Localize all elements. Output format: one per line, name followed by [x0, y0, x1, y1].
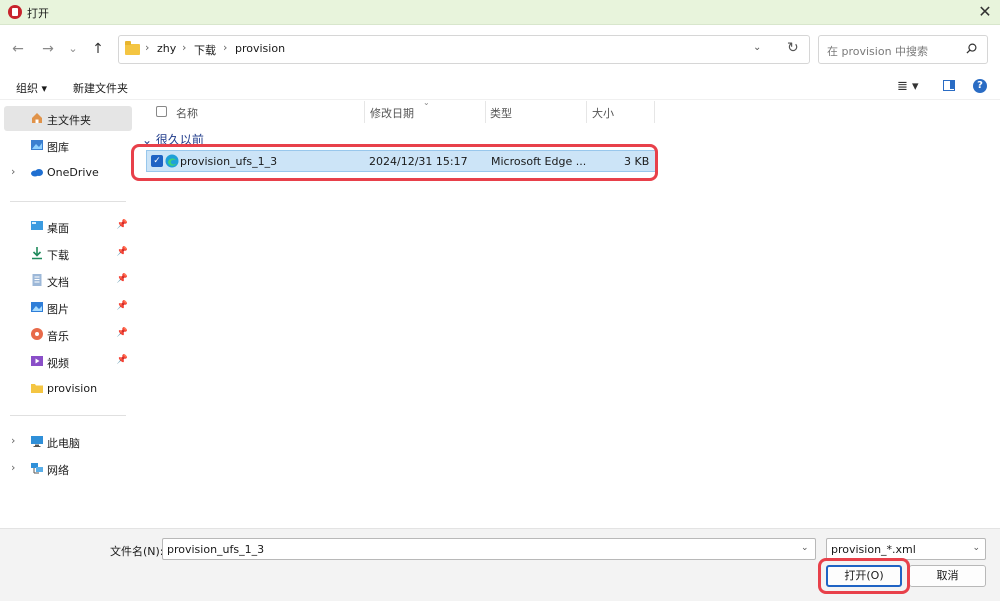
sidebar-item-gallery[interactable]: 图库 [4, 133, 132, 158]
breadcrumb-separator: › [223, 41, 228, 54]
sidebar-item-documents[interactable]: 文档 📌 [4, 268, 132, 293]
sidebar-item-home[interactable]: 主文件夹 [4, 106, 132, 131]
video-icon [31, 356, 43, 366]
view-options-icon[interactable]: ≣ ▾ [897, 79, 919, 94]
network-icon [31, 463, 43, 474]
chevron-down-icon[interactable]: ⌄ [972, 543, 980, 553]
title-bar: 打开 ✕ [0, 0, 1000, 25]
preview-pane-icon[interactable] [943, 80, 955, 91]
breadcrumb-separator: › [182, 41, 187, 54]
new-folder-button[interactable]: 新建文件夹 [73, 80, 128, 96]
sidebar-item-pictures[interactable]: 图片 📌 [4, 295, 132, 320]
highlight-annotation [131, 144, 658, 181]
sidebar-item-label: 主文件夹 [47, 114, 91, 127]
column-header-modified[interactable]: 修改日期 [370, 105, 414, 121]
pin-icon[interactable]: 📌 [117, 247, 128, 257]
sidebar-item-desktop[interactable]: 桌面 📌 [4, 214, 132, 239]
close-icon[interactable]: ✕ [970, 0, 1000, 25]
filename-input[interactable] [162, 538, 816, 560]
picture-icon [31, 302, 43, 312]
download-icon [32, 247, 42, 260]
breadcrumb-provision[interactable]: provision [235, 42, 285, 55]
column-divider[interactable] [654, 101, 655, 123]
sidebar-item-label: 视频 [47, 357, 69, 370]
sidebar-divider [10, 415, 126, 416]
folder-icon [31, 384, 43, 393]
sidebar-item-label: provision [47, 382, 98, 395]
search-box[interactable]: 在 provision 中搜索 [818, 35, 988, 64]
pin-icon[interactable]: 📌 [117, 274, 128, 284]
sidebar-item-label: 桌面 [47, 222, 69, 235]
sidebar-item-label: 音乐 [47, 330, 69, 343]
pin-icon[interactable]: 📌 [117, 328, 128, 338]
cancel-button[interactable]: 取消 [909, 565, 986, 587]
command-bar: 组织 ▾ 新建文件夹 ≣ ▾ ? [0, 73, 1000, 100]
column-divider[interactable] [586, 101, 587, 123]
home-icon [32, 113, 42, 123]
sidebar-item-label: 下载 [47, 249, 69, 262]
music-icon [31, 328, 43, 340]
gallery-icon [31, 140, 43, 150]
column-header-name[interactable]: 名称 [176, 105, 198, 121]
file-type-filter-value: provision_*.xml [831, 543, 916, 556]
select-all-checkbox[interactable] [156, 106, 167, 117]
column-header-type[interactable]: 类型 [490, 105, 512, 121]
sidebar-divider [10, 201, 126, 202]
highlight-annotation [818, 558, 910, 594]
file-type-filter-select[interactable]: provision_*.xml ⌄ [826, 538, 986, 560]
cloud-icon [31, 169, 43, 177]
back-icon[interactable]: ← [8, 39, 28, 59]
folder-icon [125, 41, 140, 55]
expand-chevron-icon[interactable]: › [11, 165, 15, 178]
column-divider[interactable] [485, 101, 486, 123]
pin-icon[interactable]: 📌 [117, 220, 128, 230]
sort-indicator-icon: ⌄ [423, 98, 430, 107]
sidebar-item-label: OneDrive [47, 166, 99, 179]
chevron-down-icon[interactable]: ⌄ [801, 543, 809, 553]
sidebar-item-videos[interactable]: 视频 📌 [4, 349, 132, 374]
desktop-icon [31, 221, 43, 230]
sidebar-item-onedrive[interactable]: › OneDrive [4, 160, 132, 185]
pin-icon[interactable]: 📌 [117, 301, 128, 311]
sidebar-item-label: 图库 [47, 141, 69, 154]
sidebar-item-label: 此电脑 [47, 437, 80, 450]
expand-chevron-icon[interactable]: › [11, 434, 15, 447]
expand-chevron-icon[interactable]: › [11, 461, 15, 474]
window-title: 打开 [27, 7, 49, 20]
column-divider[interactable] [364, 101, 365, 123]
chevron-down-icon[interactable]: ⌄ [753, 42, 761, 53]
file-list-pane: 名称 ⌄ 修改日期 类型 大小 ⌄ 很久以前 ✓ provision_ufs_1… [131, 98, 1000, 528]
refresh-icon[interactable]: ↻ [787, 40, 799, 56]
pin-icon[interactable]: 📌 [117, 355, 128, 365]
organize-button[interactable]: 组织 ▾ [16, 80, 47, 96]
sidebar-item-network[interactable]: › 网络 [4, 456, 132, 481]
search-icon[interactable] [966, 43, 977, 54]
footer-bar: 文件名(N): ⌄ provision_*.xml ⌄ 打开(O) 取消 [0, 528, 1000, 601]
filename-label: 文件名(N): [110, 545, 164, 558]
navigation-pane: 主文件夹 图库 › OneDrive 桌面 📌 下载 📌 文档 📌 图片 📌 音… [0, 101, 134, 528]
forward-icon[interactable]: → [38, 39, 58, 59]
sidebar-item-music[interactable]: 音乐 📌 [4, 322, 132, 347]
breadcrumb-downloads[interactable]: 下载 [194, 42, 216, 58]
address-bar[interactable]: › zhy › 下载 › provision ⌄ ↻ [118, 35, 810, 64]
sidebar-item-label: 图片 [47, 303, 69, 316]
recent-locations-icon[interactable]: ⌄ [63, 39, 83, 59]
breadcrumb-zhy[interactable]: zhy [157, 42, 176, 55]
column-header-size[interactable]: 大小 [592, 105, 614, 121]
sidebar-item-provision[interactable]: provision [4, 376, 132, 401]
sidebar-item-downloads[interactable]: 下载 📌 [4, 241, 132, 266]
document-icon [32, 274, 42, 286]
computer-icon [31, 436, 43, 447]
sidebar-item-this-pc[interactable]: › 此电脑 [4, 429, 132, 454]
navigation-bar: ← → ⌄ ↑ › zhy › 下载 › provision ⌄ ↻ 在 pro… [0, 26, 1000, 72]
search-placeholder: 在 provision 中搜索 [827, 45, 929, 58]
app-icon [8, 5, 22, 19]
sidebar-item-label: 文档 [47, 276, 69, 289]
sidebar-item-label: 网络 [47, 464, 69, 477]
help-icon[interactable]: ? [973, 79, 987, 93]
up-icon[interactable]: ↑ [88, 39, 108, 59]
breadcrumb-separator: › [145, 41, 150, 54]
